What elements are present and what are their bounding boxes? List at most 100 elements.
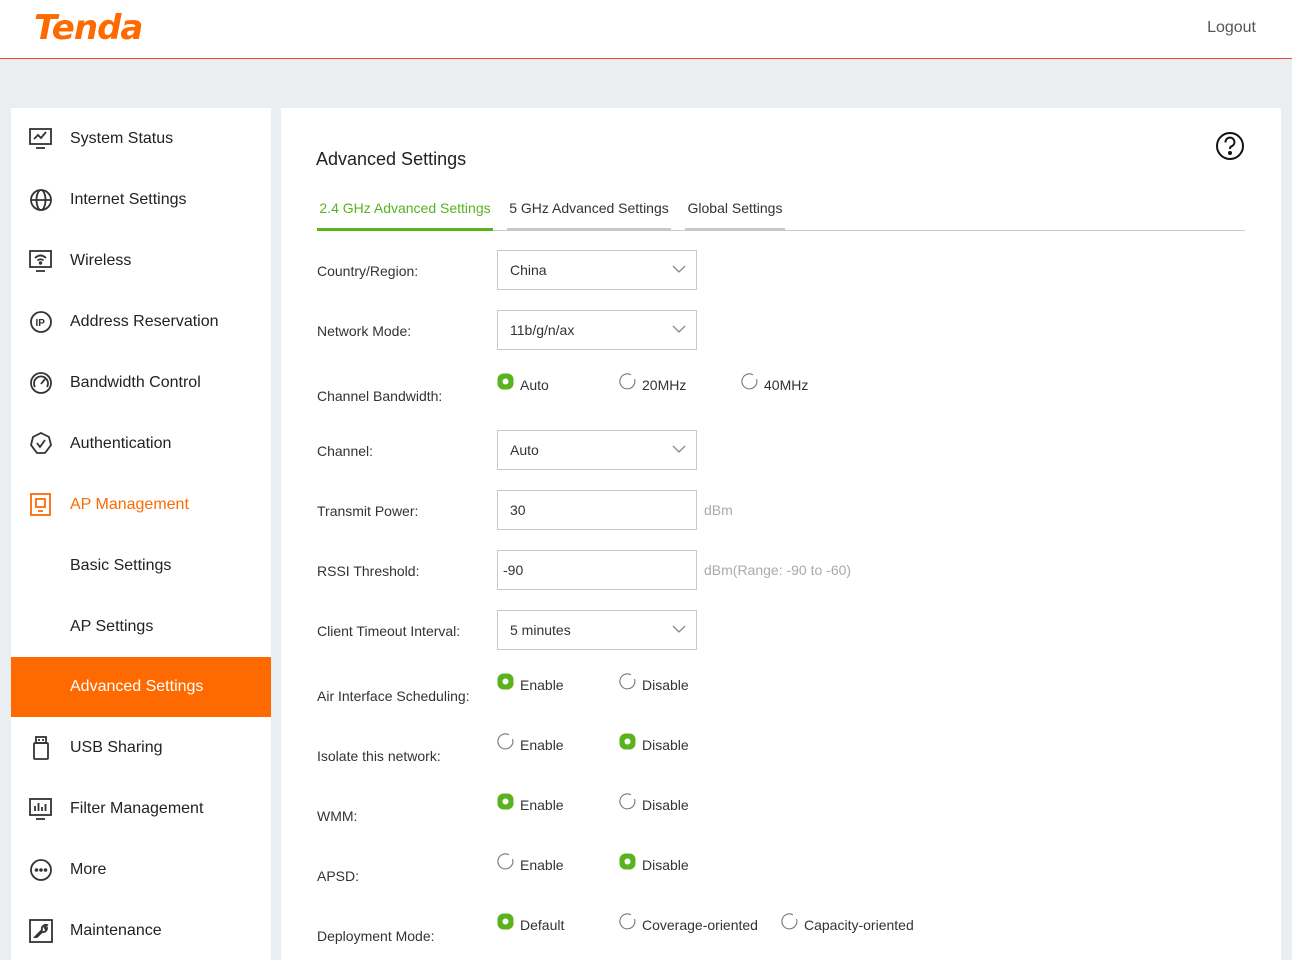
sidebar-item-label: AP Management	[70, 495, 189, 513]
sidebar-item-label: Maintenance	[70, 921, 162, 939]
page-title: Advanced Settings	[316, 149, 467, 169]
ap-device-icon	[30, 492, 51, 516]
tenda-logo: Tenda	[34, 8, 143, 48]
air-interface-disable-radio[interactable]: Disable	[619, 673, 689, 693]
deployment-capacity-radio[interactable]: Capacity-oriented	[781, 913, 914, 933]
channel-label: Channel:	[317, 443, 374, 459]
sidebar-item-usb-sharing[interactable]: USB Sharing	[11, 717, 271, 778]
shield-check-icon	[30, 431, 52, 454]
isolate-disable-radio[interactable]: Disable	[619, 733, 689, 753]
wmm-disable-radio[interactable]: Disable	[619, 793, 689, 813]
wrench-icon	[29, 918, 53, 943]
air-interface-label: Air Interface Scheduling:	[317, 688, 470, 704]
isolate-enable-radio[interactable]: Enable	[497, 733, 564, 753]
network-mode-label: Network Mode:	[317, 323, 412, 339]
chevron-down-icon	[672, 445, 686, 453]
sidebar-item-label: Address Reservation	[70, 312, 219, 330]
radio-checked-icon	[497, 673, 514, 690]
transmit-power-input[interactable]: 30	[497, 490, 697, 530]
rssi-input[interactable]: -90	[497, 550, 697, 590]
radio-label: Enable	[520, 676, 564, 693]
country-row: Country/Region: China	[317, 250, 1217, 290]
channel-select[interactable]: Auto	[497, 430, 697, 470]
network-mode-value: 11b/g/n/ax	[510, 322, 575, 338]
sidebar-item-address-reservation[interactable]: IP Address Reservation	[11, 291, 271, 352]
logout-link[interactable]: Logout	[1207, 19, 1256, 37]
sidebar-item-label: Wireless	[70, 251, 132, 269]
network-mode-row: Network Mode: 11b/g/n/ax	[317, 310, 1217, 350]
sidebar-item-ap-management[interactable]: AP Management	[11, 474, 271, 535]
radio-label: Disable	[642, 796, 689, 813]
client-timeout-select[interactable]: 5 minutes	[497, 610, 697, 650]
sidebar-item-wireless[interactable]: Wireless	[11, 230, 271, 291]
rssi-unit: dBm(Range: -90 to -60)	[704, 562, 852, 578]
radio-unchecked-icon	[497, 733, 514, 750]
deployment-coverage-radio[interactable]: Coverage-oriented	[619, 913, 758, 933]
country-select[interactable]: China	[497, 250, 697, 290]
sidebar-item-maintenance[interactable]: Maintenance	[11, 900, 271, 960]
radio-label: 20MHz	[642, 376, 687, 393]
sidebar-item-label: More	[70, 860, 107, 878]
sidebar-item-authentication[interactable]: Authentication	[11, 413, 271, 474]
deployment-row: Deployment Mode: Default Coverage-orient…	[317, 910, 1217, 950]
apsd-enable-radio[interactable]: Enable	[497, 853, 564, 873]
deployment-label: Deployment Mode:	[317, 928, 435, 944]
country-label: Country/Region:	[317, 263, 419, 279]
sidebar-item-internet-settings[interactable]: Internet Settings	[11, 169, 271, 230]
channel-value: Auto	[510, 442, 539, 458]
radio-checked-icon	[619, 733, 636, 750]
channel-bandwidth-40mhz-radio[interactable]: 40MHz	[741, 373, 809, 393]
tab-5ghz[interactable]: 5 GHz Advanced Settings	[507, 199, 671, 231]
sidebar-item-filter-management[interactable]: Filter Management	[11, 778, 271, 839]
help-icon[interactable]	[1215, 131, 1245, 161]
top-bar: Tenda Logout	[0, 0, 1292, 59]
air-interface-enable-radio[interactable]: Enable	[497, 673, 564, 693]
radio-unchecked-icon	[781, 913, 798, 930]
chevron-down-icon	[672, 325, 686, 333]
channel-bandwidth-label: Channel Bandwidth:	[317, 388, 443, 404]
radio-unchecked-icon	[619, 793, 636, 810]
radio-label: Enable	[520, 856, 564, 873]
sidebar-subitem-ap-settings[interactable]: AP Settings	[11, 596, 271, 657]
radio-label: Disable	[642, 736, 689, 753]
radio-label: 40MHz	[764, 376, 809, 393]
tab-2-4ghz[interactable]: 2.4 GHz Advanced Settings	[317, 199, 493, 231]
radio-unchecked-icon	[619, 673, 636, 690]
rssi-row: RSSI Threshold: -90 dBm(Range: -90 to -6…	[317, 550, 1217, 590]
globe-icon	[30, 188, 52, 211]
wmm-enable-radio[interactable]: Enable	[497, 793, 564, 813]
radio-label: Auto	[520, 376, 549, 393]
network-mode-select[interactable]: 11b/g/n/ax	[497, 310, 697, 350]
apsd-disable-radio[interactable]: Disable	[619, 853, 689, 873]
radio-label: Capacity-oriented	[804, 916, 914, 933]
isolate-row: Isolate this network: Enable Disable	[317, 730, 1217, 770]
monitor-chart-icon	[29, 127, 52, 149]
sidebar-item-bandwidth-control[interactable]: Bandwidth Control	[11, 352, 271, 413]
svg-text:IP: IP	[36, 318, 46, 329]
apsd-row: APSD: Enable Disable	[317, 850, 1217, 890]
channel-bandwidth-row: Channel Bandwidth: Auto 20MHz 40MHz	[317, 370, 1217, 410]
air-interface-row: Air Interface Scheduling: Enable Disable	[317, 670, 1217, 710]
wmm-row: WMM: Enable Disable	[317, 790, 1217, 830]
radio-label: Default	[520, 916, 565, 933]
sidebar-item-label: Basic Settings	[70, 556, 172, 574]
channel-bandwidth-20mhz-radio[interactable]: 20MHz	[619, 373, 687, 393]
sidebar-subitem-advanced-settings[interactable]: Advanced Settings	[11, 657, 271, 717]
radio-unchecked-icon	[619, 913, 636, 930]
sidebar-item-label: Filter Management	[70, 799, 204, 817]
radio-unchecked-icon	[497, 853, 514, 870]
ip-icon: IP	[30, 310, 52, 333]
sidebar-item-label: Bandwidth Control	[70, 373, 201, 391]
sidebar-subitem-basic-settings[interactable]: Basic Settings	[11, 535, 271, 596]
tab-bar: 2.4 GHz Advanced Settings 5 GHz Advanced…	[317, 199, 1245, 231]
country-value: China	[510, 262, 547, 278]
apsd-label: APSD:	[317, 868, 360, 884]
sidebar-item-more[interactable]: More	[11, 839, 271, 900]
gauge-icon	[30, 371, 52, 394]
tab-global-settings[interactable]: Global Settings	[685, 199, 785, 231]
channel-bandwidth-auto-radio[interactable]: Auto	[497, 373, 549, 393]
deployment-default-radio[interactable]: Default	[497, 913, 565, 933]
sidebar-item-system-status[interactable]: System Status	[11, 108, 271, 169]
usb-icon	[33, 735, 49, 760]
radio-checked-icon	[497, 913, 514, 930]
